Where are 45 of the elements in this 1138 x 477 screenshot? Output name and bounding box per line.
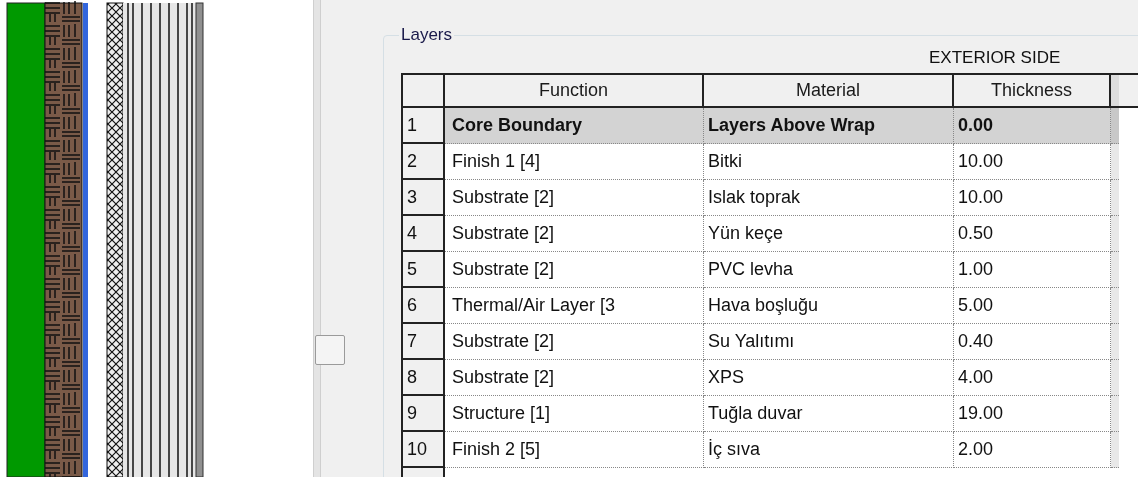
row-number: 10: [403, 432, 445, 468]
table-cell: Substrate [2]: [445, 324, 704, 360]
table-cell: 0.50: [954, 216, 1111, 252]
table-cell: Su Yalıtımı: [704, 324, 954, 360]
table-cell: XPS: [704, 360, 954, 396]
column-header[interactable]: Function: [445, 75, 704, 106]
table-cell: Core Boundary: [445, 108, 704, 144]
table-cell: 0.40: [954, 324, 1111, 360]
row-number: 2: [403, 144, 445, 180]
table-cell: Substrate [2]: [445, 180, 704, 216]
table-cell: Structure [1]: [445, 396, 704, 432]
row-number: 7: [403, 324, 445, 360]
row-number: 1: [403, 108, 445, 144]
row-number: 3: [403, 180, 445, 216]
table-cell: 2.00: [954, 432, 1111, 468]
column-header[interactable]: Material: [704, 75, 954, 106]
table-cell: Layers Above Wrap: [704, 108, 954, 144]
table-cell: 19.00: [954, 396, 1111, 432]
table-cell: 4.00: [954, 360, 1111, 396]
table-cell: Tuğla duvar: [704, 396, 954, 432]
table-cell: Substrate [2]: [445, 252, 704, 288]
side-label: EXTERIOR SIDE: [929, 47, 1061, 69]
splitter-bar[interactable]: [313, 0, 321, 477]
table-cell: Substrate [2]: [445, 216, 704, 252]
row-number: 9: [403, 396, 445, 432]
table-cell: Yün keçe: [704, 216, 954, 252]
table-cell: Bitki: [704, 144, 954, 180]
table-cell: PVC levha: [704, 252, 954, 288]
table-cell: Hava boşluğu: [704, 288, 954, 324]
table-cell: 10.00: [954, 144, 1111, 180]
table-cell: 0.00: [954, 108, 1111, 144]
table-cell: 5.00: [954, 288, 1111, 324]
row-number: 4: [403, 216, 445, 252]
table-cell: 1.00: [954, 252, 1111, 288]
row-number: 8: [403, 360, 445, 396]
table-cell: Thermal/Air Layer [3: [445, 288, 704, 324]
table-cell: Finish 2 [5]: [445, 432, 704, 468]
table-cell: Substrate [2]: [445, 360, 704, 396]
table-cell: Finish 1 [4]: [445, 144, 704, 180]
row-number: 5: [403, 252, 445, 288]
row-number: 6: [403, 288, 445, 324]
table-cell: 10.00: [954, 180, 1111, 216]
scroll-handle[interactable]: [315, 335, 345, 365]
table-cell: İç sıva: [704, 432, 954, 468]
table-cell: Islak toprak: [704, 180, 954, 216]
